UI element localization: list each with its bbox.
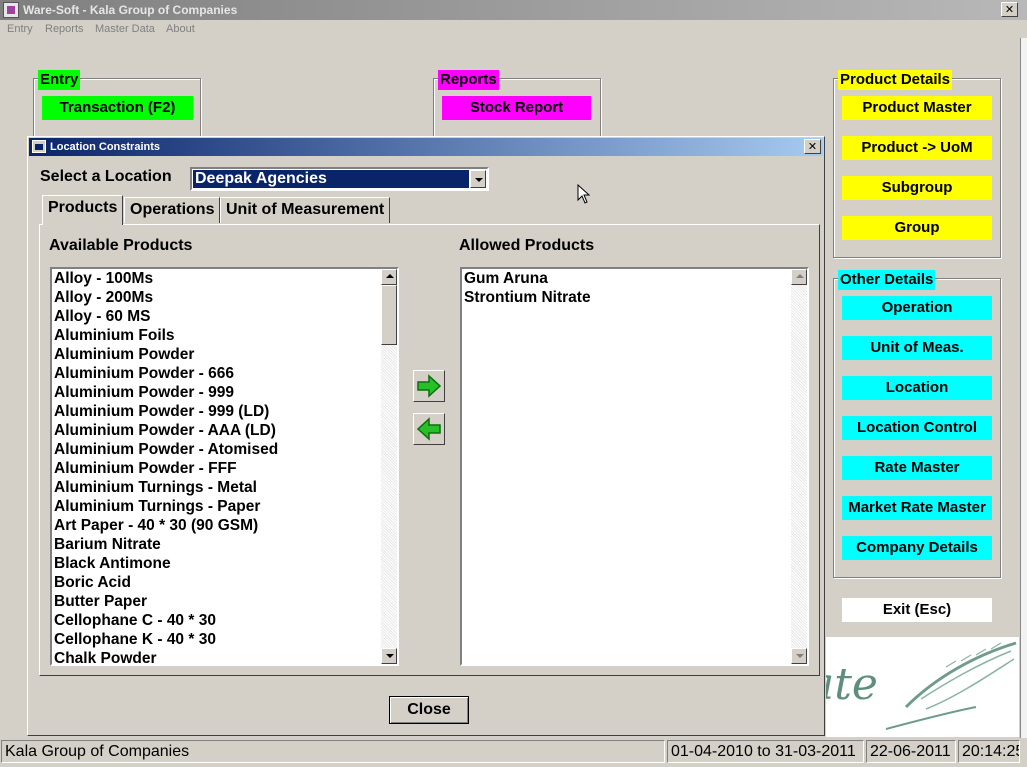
- list-item[interactable]: Aluminium Powder - 999: [54, 383, 278, 402]
- arrow-right-icon: [417, 374, 442, 398]
- unit-of-measure-button[interactable]: Unit of Meas.: [842, 336, 992, 360]
- svg-text:ate: ate: [826, 659, 878, 710]
- list-item[interactable]: Strontium Nitrate: [464, 288, 591, 307]
- tab-unit-of-measurement[interactable]: Unit of Measurement: [220, 197, 391, 223]
- operation-button[interactable]: Operation: [842, 296, 992, 320]
- reports-group-label: Reports: [438, 70, 499, 90]
- logo-image: ate: [808, 637, 1019, 737]
- list-item[interactable]: Gum Aruna: [464, 269, 591, 288]
- add-product-button[interactable]: [413, 370, 445, 402]
- dialog-title: Location Constraints: [50, 141, 161, 153]
- list-item[interactable]: Black Antimone: [54, 554, 278, 573]
- transaction-button[interactable]: Transaction (F2): [42, 96, 193, 120]
- status-time: 20:14:25: [958, 740, 1020, 763]
- list-item[interactable]: Barium Nitrate: [54, 535, 278, 554]
- list-item[interactable]: Alloy - 200Ms: [54, 288, 278, 307]
- allowed-products-items: Gum Aruna Strontium Nitrate: [464, 269, 591, 307]
- list-item[interactable]: Alloy - 60 MS: [54, 307, 278, 326]
- scroll-down-icon: [791, 648, 807, 664]
- list-item[interactable]: Cellophane K - 40 * 30: [54, 630, 278, 649]
- location-button[interactable]: Location: [842, 376, 992, 400]
- market-rate-master-button[interactable]: Market Rate Master: [842, 496, 992, 520]
- exit-button[interactable]: Exit (Esc): [842, 598, 992, 622]
- location-constraints-dialog: Location Constraints ✕ Select a Location…: [27, 136, 825, 736]
- menu-master-data[interactable]: Master Data: [95, 23, 155, 35]
- scroll-up-icon: [791, 269, 807, 285]
- chevron-down-icon[interactable]: [470, 170, 486, 188]
- window-edge-strip: [1020, 38, 1027, 738]
- status-financial-period: 01-04-2010 to 31-03-2011: [667, 740, 864, 763]
- product-uom-button[interactable]: Product -> UoM: [842, 136, 992, 160]
- entry-group-label: Entry: [38, 70, 81, 90]
- status-company: Kala Group of Companies: [1, 740, 665, 763]
- list-item[interactable]: Aluminium Powder: [54, 345, 278, 364]
- dialog-icon: [32, 140, 46, 153]
- available-products-list[interactable]: Alloy - 100Ms Alloy - 200Ms Alloy - 60 MS A…: [50, 267, 399, 666]
- scroll-thumb[interactable]: [381, 285, 397, 345]
- tab-products[interactable]: Products: [42, 195, 124, 225]
- list-item[interactable]: Butter Paper: [54, 592, 278, 611]
- status-date: 22-06-2011: [866, 740, 956, 763]
- app-icon: [3, 2, 19, 18]
- group-button[interactable]: Group: [842, 216, 992, 240]
- stock-report-button[interactable]: Stock Report: [442, 96, 591, 120]
- list-item[interactable]: Aluminium Foils: [54, 326, 278, 345]
- location-select[interactable]: Deepak Agencies: [190, 167, 489, 191]
- dialog-close-icon[interactable]: ✕: [804, 139, 821, 154]
- close-button[interactable]: Close: [389, 696, 469, 724]
- scroll-down-icon[interactable]: [381, 648, 397, 664]
- list-item[interactable]: Alloy - 100Ms: [54, 269, 278, 288]
- list-item[interactable]: Aluminium Powder - 999 (LD): [54, 402, 278, 421]
- list-item[interactable]: Boric Acid: [54, 573, 278, 592]
- tab-panel-products: Available Products Allowed Products Allo…: [39, 224, 820, 676]
- available-products-items: Alloy - 100Ms Alloy - 200Ms Alloy - 60 MS A…: [54, 269, 278, 664]
- window-title: Ware-Soft - Kala Group of Companies: [23, 3, 238, 17]
- list-item[interactable]: Chalk Powder: [54, 649, 278, 664]
- allowed-products-label: Allowed Products: [459, 237, 595, 254]
- menu-reports[interactable]: Reports: [45, 23, 84, 35]
- list-item[interactable]: Aluminium Powder - 666: [54, 364, 278, 383]
- remove-product-button[interactable]: [413, 413, 445, 445]
- other-details-label: Other Details: [838, 270, 936, 290]
- subgroup-button[interactable]: Subgroup: [842, 176, 992, 200]
- menu-bar: Entry Reports Master Data About: [0, 20, 1027, 38]
- list-item[interactable]: Cellophane C - 40 * 30: [54, 611, 278, 630]
- list-item[interactable]: Aluminium Turnings - Paper: [54, 497, 278, 516]
- tab-operations[interactable]: Operations: [124, 197, 221, 223]
- list-item[interactable]: Art Paper - 40 * 30 (90 GSM): [54, 516, 278, 535]
- arrow-left-icon: [416, 417, 441, 441]
- allowed-products-list[interactable]: Gum Aruna Strontium Nitrate: [460, 267, 809, 666]
- list-item[interactable]: Aluminium Turnings - Metal: [54, 478, 278, 497]
- menu-entry[interactable]: Entry: [7, 23, 33, 35]
- list-item[interactable]: Aluminium Powder - FFF: [54, 459, 278, 478]
- list-item[interactable]: Aluminium Powder - Atomised: [54, 440, 278, 459]
- available-products-scrollbar[interactable]: [381, 269, 397, 664]
- available-products-label: Available Products: [49, 237, 193, 254]
- window-close-button[interactable]: ✕: [1001, 2, 1018, 17]
- location-control-button[interactable]: Location Control: [842, 416, 992, 440]
- mouse-cursor-icon: [577, 184, 591, 204]
- product-details-label: Product Details: [838, 70, 953, 90]
- rate-master-button[interactable]: Rate Master: [842, 456, 992, 480]
- location-select-value: Deepak Agencies: [193, 170, 469, 188]
- list-item[interactable]: Aluminium Powder - AAA (LD): [54, 421, 278, 440]
- location-label: Select a Location: [40, 168, 172, 185]
- allowed-products-scrollbar[interactable]: [791, 269, 807, 664]
- title-bar: Ware-Soft - Kala Group of Companies ✕: [0, 0, 1027, 20]
- dialog-title-bar: Location Constraints ✕: [29, 138, 823, 156]
- menu-about[interactable]: About: [166, 23, 195, 35]
- company-details-button[interactable]: Company Details: [842, 536, 992, 560]
- scroll-up-icon[interactable]: [381, 269, 397, 285]
- product-master-button[interactable]: Product Master: [842, 96, 992, 120]
